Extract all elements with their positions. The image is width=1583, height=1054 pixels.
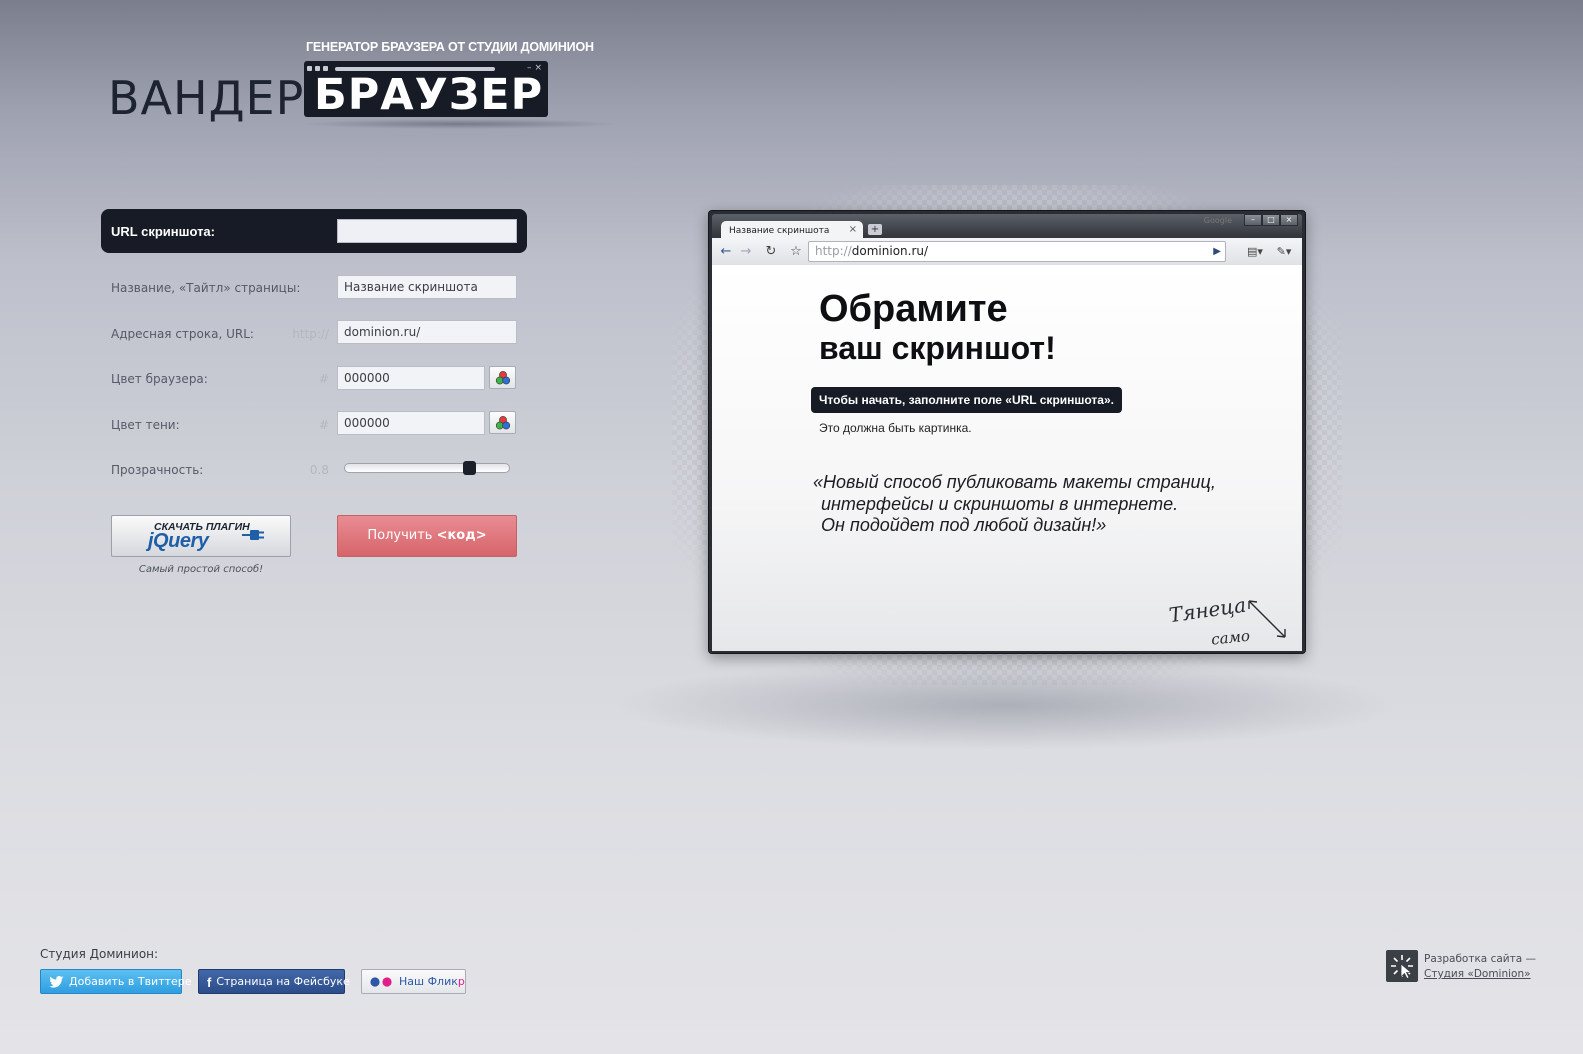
developer-text: Разработка сайта — [1424,953,1536,965]
preview-content: Обрамите ваш скриншот! Чтобы начать, зап… [712,265,1302,651]
stretch-text-line2: само [1210,627,1250,649]
maximize-icon: □ [1262,214,1280,226]
preview-quote: «Новый способ публиковать макеты страниц… [813,472,1216,537]
flickr-button-label: Наш Флик [399,975,458,988]
opacity-label: Прозрачность: [111,463,204,477]
minimize-icon: – [1244,214,1262,226]
twitter-button-label: Добавить в Твиттере [69,975,192,988]
preview-address-proto: http:// [815,244,852,258]
flickr-dots-icon [370,977,392,987]
preview-toolbar: ← → ↻ ☆ http://dominion.ru/ ▶ ▤▾ ✎▾ [712,238,1302,265]
stretch-text-line1: Тянеца [1167,593,1247,628]
download-jquery-plugin-button[interactable]: СКАЧАТЬ ПЛАГИН jQuery [111,515,291,557]
browser-color-label: Цвет браузера: [111,372,208,386]
preview-hint: Чтобы начать, заполните поле «URL скринш… [811,387,1122,413]
browser-color-input[interactable] [337,366,485,390]
browser-color-prefix: # [318,372,329,386]
back-icon: ← [720,244,732,259]
browser-color-picker-button[interactable] [489,366,516,389]
logo-right-word: БРАУЗЕР [314,70,544,120]
logo-subtitle: ГЕНЕРАТОР БРАУЗЕРА ОТ СТУДИИ ДОМИНИОН [306,40,594,54]
jquery-plug-icon [242,530,264,540]
preview-heading-line2: ваш скриншот! [819,330,1056,366]
preview-heading: Обрамите ваш скриншот! [819,289,1056,367]
opacity-slider-thumb[interactable] [463,461,477,475]
star-icon: ☆ [790,244,802,259]
page-title-input[interactable] [337,275,517,299]
shadow-color-picker-button[interactable] [489,411,516,434]
screenshot-url-label: URL скриншота: [111,224,215,239]
preview-heading-line1: Обрамите [819,288,1008,330]
go-icon: ▶ [1213,246,1221,257]
preview-window-controls: – □ × [1244,214,1298,226]
get-code-text: Получить [367,528,433,543]
opacity-value: 0.8 [309,463,329,477]
page-icon: ▤▾ [1247,245,1263,258]
jquery-logo-text: jQuery [148,530,209,552]
page-title-label: Название, «Тайтл» страницы: [111,281,301,295]
developer-link[interactable]: Студия «Dominion» [1424,968,1531,980]
flickr-button[interactable]: Наш Фликр [361,969,466,994]
screenshot-url-bar: URL скриншота: [101,209,527,253]
address-prefix: http:// [292,327,329,341]
dominion-logo-icon[interactable] [1386,950,1418,982]
stretch-handle-icon[interactable]: Тянеца само [1167,587,1292,649]
flickr-button-label-suffix: р [457,975,465,988]
reload-icon: ↻ [765,244,777,259]
facebook-button-label: Страница на Фейсбуке [216,975,350,988]
facebook-button[interactable]: f Страница на Фейсбуке [198,969,350,994]
twitter-button[interactable]: Добавить в Твиттере [40,969,192,994]
preview-browser-window[interactable]: Название скриншота × + Google – □ × ← → … [708,210,1306,654]
logo-left-word: ВАНДЕР [108,71,305,125]
facebook-icon: f [207,974,212,990]
forward-icon: → [740,244,752,259]
close-icon: × [848,224,857,235]
preview-address-bar: http://dominion.ru/ ▶ [808,241,1226,262]
jquery-caption: Самый простой способ! [138,564,264,575]
get-code-tag: <код> [436,528,487,543]
address-label: Адресная строка, URL: [111,327,254,341]
shadow-color-label: Цвет тени: [111,418,180,432]
logo-browser-box: –× БРАУЗЕР [304,61,548,117]
get-code-button[interactable]: Получить <код> [337,515,517,557]
preview-quote-line2: интерфейсы и скриншоты в интернете. [821,493,1179,514]
preview-shadow [610,660,1400,750]
new-tab-icon: + [868,224,882,235]
opacity-slider-track[interactable] [344,463,510,473]
preview-quote-line3: Он подойдет под любой дизайн!» [821,515,1107,535]
logo-shadow [300,119,620,129]
preview-address-host: dominion.ru/ [851,244,929,258]
color-picker-icon [495,371,511,385]
color-picker-icon [495,416,511,430]
twitter-bird-icon [49,976,64,988]
shadow-color-input[interactable] [337,411,485,435]
preview-corner-text: Google [1203,216,1232,225]
address-input[interactable] [337,320,517,344]
preview-tab-title: Название скриншота [729,226,830,236]
screenshot-url-input[interactable] [337,219,517,243]
preview-hint-sub: Это должна быть картинка. [819,421,972,435]
preview-quote-line1: «Новый способ публиковать макеты страниц… [813,472,1216,492]
mini-back-icon [307,66,312,71]
studio-label: Студия Доминион: [40,947,159,961]
wrench-icon: ✎▾ [1276,245,1292,258]
shadow-color-prefix: # [318,418,329,432]
close-window-icon: × [1280,214,1298,226]
